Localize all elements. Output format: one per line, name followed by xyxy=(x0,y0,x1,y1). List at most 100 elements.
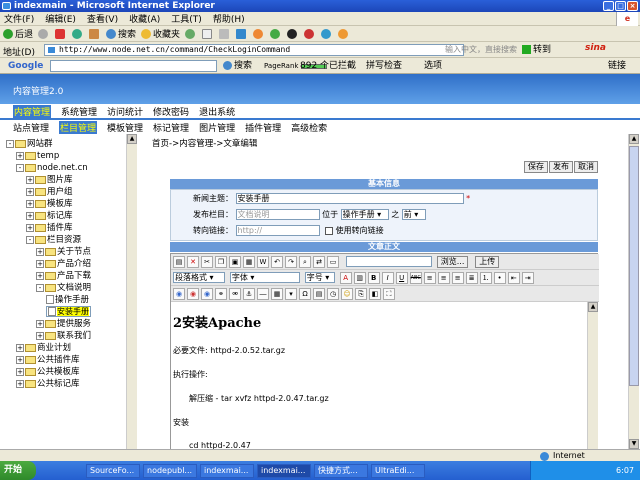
expand-icon[interactable]: + xyxy=(26,175,34,184)
page-scroll-down-icon[interactable]: ▼ xyxy=(629,439,639,449)
expand-icon[interactable]: + xyxy=(26,211,34,220)
collapse-icon[interactable]: - xyxy=(16,163,24,172)
task-nodepublish[interactable]: nodepubl... xyxy=(143,463,197,478)
cut-icon[interactable]: ✂ xyxy=(201,256,213,268)
tree-node[interactable]: + 联系我们 xyxy=(36,330,91,342)
link-input[interactable]: http:// xyxy=(235,225,320,236)
tool-button-c[interactable] xyxy=(338,28,350,39)
edit-button[interactable] xyxy=(236,28,248,39)
subnav-image-manage[interactable]: 图片管理 xyxy=(199,121,235,134)
collapse-icon[interactable]: - xyxy=(36,283,44,292)
links-button[interactable]: 链接 xyxy=(608,60,626,72)
page-break-icon[interactable]: ⎘ xyxy=(355,288,367,300)
delete-icon[interactable]: ✕ xyxy=(187,256,199,268)
tree-node[interactable]: + 公共插件库 xyxy=(16,354,80,366)
preview-icon[interactable]: ◧ xyxy=(369,288,381,300)
menu-help[interactable]: 帮助(H) xyxy=(213,12,245,25)
order-select[interactable]: 前 ▾ xyxy=(401,209,426,220)
subnav-column-manage[interactable]: 栏目管理 xyxy=(59,120,98,134)
expand-icon[interactable]: + xyxy=(36,331,44,340)
subnav-tag-manage[interactable]: 标记管理 xyxy=(153,121,189,134)
italic-button[interactable]: I xyxy=(381,272,394,284)
replace-icon[interactable]: ⇄ xyxy=(313,256,325,268)
tree-node[interactable]: + 公共标记库 xyxy=(16,378,80,390)
select-all-icon[interactable]: ▭ xyxy=(327,256,339,268)
subnav-template-manage[interactable]: 模板管理 xyxy=(107,121,143,134)
tree-node[interactable]: - 文档说明 xyxy=(36,282,91,294)
indent-icon[interactable]: ⇥ xyxy=(521,272,534,284)
fullscreen-icon[interactable]: ⛶ xyxy=(383,288,395,300)
bg-color-icon[interactable]: ▥ xyxy=(353,272,366,284)
paste-text-icon[interactable]: ▦ xyxy=(243,256,255,268)
table-menu-icon[interactable]: ▾ xyxy=(285,288,297,300)
expand-icon[interactable]: + xyxy=(26,223,34,232)
forward-button[interactable] xyxy=(38,28,50,39)
redo-icon[interactable]: ↷ xyxy=(285,256,297,268)
menu-edit[interactable]: 编辑(E) xyxy=(45,12,76,25)
history-button[interactable] xyxy=(185,28,197,39)
tree-node[interactable]: + 产品下载 xyxy=(36,270,91,282)
favorites-button[interactable]: 收藏夹 xyxy=(141,27,180,40)
outdent-icon[interactable]: ⇤ xyxy=(507,272,520,284)
time-icon[interactable]: ◷ xyxy=(327,288,339,300)
date-icon[interactable]: ▤ xyxy=(313,288,325,300)
close-button[interactable]: × xyxy=(627,1,638,11)
minimize-button[interactable]: _ xyxy=(603,1,614,11)
tree-scrollbar[interactable]: ▲ ▼ xyxy=(126,134,137,460)
subnav-plugin-manage[interactable]: 插件管理 xyxy=(245,121,281,134)
subnav-advanced-search[interactable]: 高级检索 xyxy=(291,121,327,134)
tree-node[interactable]: + 产品介绍 xyxy=(36,258,91,270)
print-button[interactable] xyxy=(219,28,231,39)
tree-scroll-up-icon[interactable]: ▲ xyxy=(127,134,137,144)
upload-file-input[interactable] xyxy=(345,256,432,267)
messenger-button[interactable] xyxy=(270,28,282,39)
address-search-hint[interactable]: 输入中文，直接搜索 xyxy=(445,44,520,56)
special-char-icon[interactable]: Ω xyxy=(299,288,311,300)
align-right-icon[interactable]: ≡ xyxy=(451,272,464,284)
editor-document[interactable]: 2安装Apache 必要文件: httpd-2.0.52.tar.gz 执行操作… xyxy=(171,302,587,460)
unlink-icon[interactable]: ⚮ xyxy=(229,288,241,300)
tree-node[interactable]: - 栏目资源 xyxy=(26,234,81,246)
page-scroll-thumb[interactable] xyxy=(629,146,639,386)
menu-favorites[interactable]: 收藏(A) xyxy=(129,12,160,25)
use-link-checkbox[interactable] xyxy=(325,226,334,235)
expand-icon[interactable]: + xyxy=(26,199,34,208)
tree-node[interactable]: + 标记库 xyxy=(26,210,73,222)
tree-node[interactable]: + 模板库 xyxy=(26,198,73,210)
page-scroll-up-icon[interactable]: ▲ xyxy=(629,134,639,144)
tree-node[interactable]: + 提供服务 xyxy=(36,318,91,330)
align-center-icon[interactable]: ≡ xyxy=(437,272,450,284)
expand-icon[interactable]: + xyxy=(36,319,44,328)
unordered-list-icon[interactable]: • xyxy=(493,272,506,284)
task-ultraedit[interactable]: UltraEdi... xyxy=(371,463,425,478)
tree-node[interactable]: + 公共模板库 xyxy=(16,366,80,378)
tree-node[interactable]: 安装手册 xyxy=(46,306,91,317)
nav-statistics[interactable]: 访问统计 xyxy=(107,105,143,118)
popup-blocker[interactable]: 892 个已拦截 xyxy=(300,60,356,72)
refresh-button[interactable] xyxy=(72,28,84,39)
tree-node[interactable]: + 关于节点 xyxy=(36,246,91,258)
start-button[interactable]: 开始 xyxy=(0,461,36,480)
task-sourceforge[interactable]: SourceFo... xyxy=(86,463,140,478)
quick-launch[interactable] xyxy=(39,464,83,478)
editor-scrollbar[interactable]: ▲ ▼ xyxy=(587,302,598,460)
publish-button[interactable]: 发布 xyxy=(549,161,573,173)
cancel-button[interactable]: 取消 xyxy=(574,161,598,173)
tree-node[interactable]: 操作手册 xyxy=(46,294,89,306)
expand-icon[interactable]: + xyxy=(16,343,24,352)
find-icon[interactable]: ⌕ xyxy=(299,256,311,268)
column-input[interactable]: 文档说明 xyxy=(235,209,320,220)
tree-node[interactable]: - node.net.cn xyxy=(16,162,88,174)
expand-icon[interactable]: + xyxy=(16,379,24,388)
media-icon[interactable]: ◉ xyxy=(201,288,213,300)
anchor-icon[interactable]: ⚓ xyxy=(243,288,255,300)
undo-icon[interactable]: ↶ xyxy=(271,256,283,268)
table-icon[interactable]: ▦ xyxy=(271,288,283,300)
menu-tools[interactable]: 工具(T) xyxy=(171,12,202,25)
search-button[interactable]: 搜索 xyxy=(106,27,136,40)
link-icon[interactable]: ⚭ xyxy=(215,288,227,300)
tree-node[interactable]: + 用户组 xyxy=(26,186,73,198)
nav-system-manage[interactable]: 系统管理 xyxy=(61,105,97,118)
subnav-site-manage[interactable]: 站点管理 xyxy=(13,121,49,134)
page-scrollbar[interactable]: ▲ ▼ xyxy=(628,134,639,449)
